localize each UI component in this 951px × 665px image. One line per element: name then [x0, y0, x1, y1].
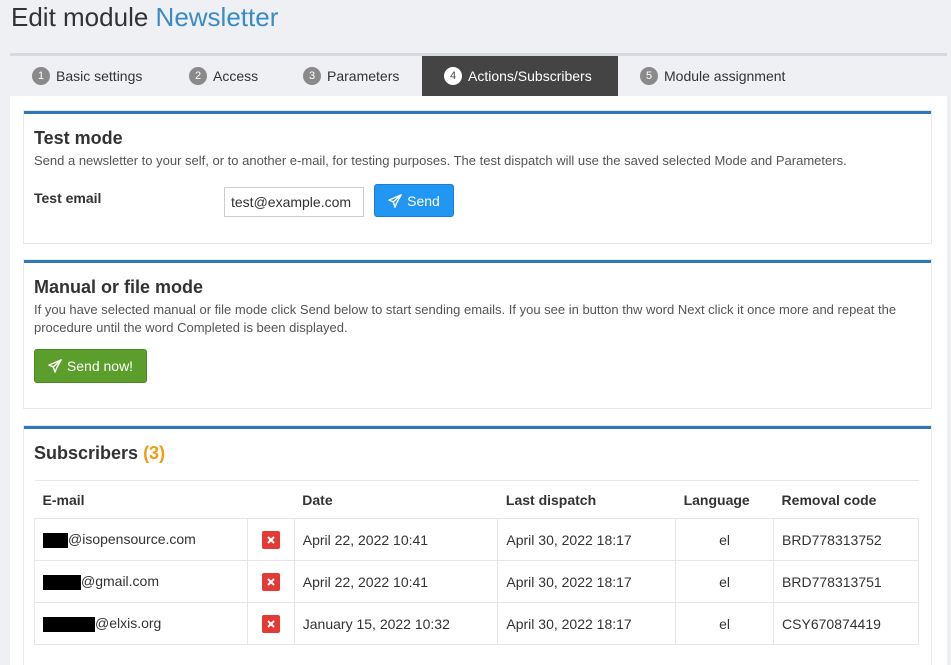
- subscribers-count: (3): [143, 443, 166, 463]
- redacted-text: [43, 574, 81, 590]
- column-header-last-dispatch: Last dispatch: [497, 480, 676, 519]
- send-now-button[interactable]: Send now!: [34, 349, 147, 383]
- tab-label: Basic settings: [56, 68, 143, 84]
- email-domain: @isopensource.com: [68, 531, 196, 548]
- send-now-label: Send now!: [66, 358, 134, 374]
- column-header-date: Date: [294, 480, 498, 519]
- send-test-button[interactable]: Send: [374, 184, 454, 217]
- last-dispatch-cell: April 30, 2022 18:17: [497, 602, 677, 645]
- paper-plane-icon: [48, 359, 62, 373]
- tab-label: Parameters: [327, 68, 400, 84]
- email-cell: @elxis.org: [34, 602, 248, 645]
- subscribers-panel: Subscribers (3) E-mail Date Last dispatc…: [24, 426, 931, 665]
- table-header-row: E-mail Date Last dispatch Language Remov…: [34, 480, 919, 519]
- language-cell: el: [675, 518, 775, 561]
- delete-cell: [246, 518, 295, 561]
- tab-number: 5: [640, 67, 658, 85]
- table-row: @gmail.com April 22, 2022 10:41 April 30…: [34, 560, 919, 603]
- email-domain: @elxis.org: [95, 615, 162, 632]
- module-editor: 1 Basic settings 2 Access 3 Parameters 4…: [10, 53, 947, 665]
- table-row: @elxis.org January 15, 2022 10:32 April …: [34, 602, 919, 645]
- test-mode-title: Test mode: [34, 128, 123, 148]
- tab-actions-subscribers[interactable]: 4 Actions/Subscribers: [422, 56, 618, 96]
- delete-icon[interactable]: [261, 530, 280, 549]
- email-cell: @isopensource.com: [34, 518, 248, 561]
- tab-label: Module assignment: [664, 68, 786, 84]
- tab-number: 2: [189, 67, 207, 85]
- last-dispatch-cell: April 30, 2022 18:17: [497, 560, 677, 603]
- redacted-text: [43, 532, 68, 548]
- column-header-removal-code: Removal code: [773, 480, 919, 519]
- delete-cell: [246, 560, 295, 603]
- page-title-prefix: Edit module: [11, 2, 149, 32]
- tab-bar: 1 Basic settings 2 Access 3 Parameters 4…: [10, 56, 947, 96]
- tab-label: Access: [213, 68, 259, 84]
- date-cell: April 22, 2022 10:41: [293, 518, 499, 561]
- delete-icon[interactable]: [261, 614, 280, 633]
- test-mode-panel: Test mode Send a newsletter to your self…: [24, 111, 931, 243]
- column-header-email: E-mail: [34, 480, 295, 519]
- email-domain: @gmail.com: [81, 573, 160, 590]
- tab-number: 1: [32, 67, 50, 85]
- manual-mode-panel: Manual or file mode If you have selected…: [24, 260, 931, 408]
- subscribers-title: Subscribers (3): [34, 443, 165, 464]
- email-cell: @gmail.com: [34, 560, 248, 603]
- tab-access[interactable]: 2 Access: [189, 56, 258, 96]
- manual-mode-title: Manual or file mode: [34, 277, 204, 297]
- language-cell: el: [675, 602, 775, 645]
- date-cell: April 22, 2022 10:41: [293, 560, 499, 603]
- tab-number: 3: [303, 67, 321, 85]
- removal-code-cell: BRD778313751: [773, 560, 919, 603]
- delete-cell: [246, 602, 295, 645]
- column-header-language: Language: [675, 480, 774, 519]
- redacted-text: [43, 616, 95, 632]
- removal-code-cell: BRD778313752: [773, 518, 919, 561]
- tab-parameters[interactable]: 3 Parameters: [303, 56, 399, 96]
- tab-basic-settings[interactable]: 1 Basic settings: [32, 56, 142, 96]
- delete-icon[interactable]: [261, 572, 280, 591]
- test-mode-description: Send a newsletter to your self, or to an…: [34, 153, 847, 168]
- manual-mode-description: If you have selected manual or file mode…: [34, 302, 897, 335]
- test-email-input[interactable]: test@example.com: [224, 187, 364, 217]
- date-cell: January 15, 2022 10:32: [293, 602, 499, 645]
- test-email-label: Test email: [34, 190, 102, 206]
- table-row: @isopensource.com April 22, 2022 10:41 A…: [34, 518, 919, 561]
- page-title: Edit module Newsletter: [11, 2, 278, 33]
- page-title-module: Newsletter: [155, 2, 279, 32]
- subscribers-table: E-mail Date Last dispatch Language Remov…: [34, 480, 919, 645]
- send-test-label: Send: [407, 192, 440, 209]
- subscribers-title-text: Subscribers: [34, 443, 139, 463]
- tab-module-assignment[interactable]: 5 Module assignment: [640, 56, 785, 96]
- removal-code-cell: CSY670874419: [773, 602, 919, 645]
- language-cell: el: [675, 560, 775, 603]
- tab-label: Actions/Subscribers: [468, 68, 592, 84]
- paper-plane-icon: [388, 193, 402, 208]
- last-dispatch-cell: April 30, 2022 18:17: [497, 518, 677, 561]
- tab-number: 4: [444, 67, 462, 85]
